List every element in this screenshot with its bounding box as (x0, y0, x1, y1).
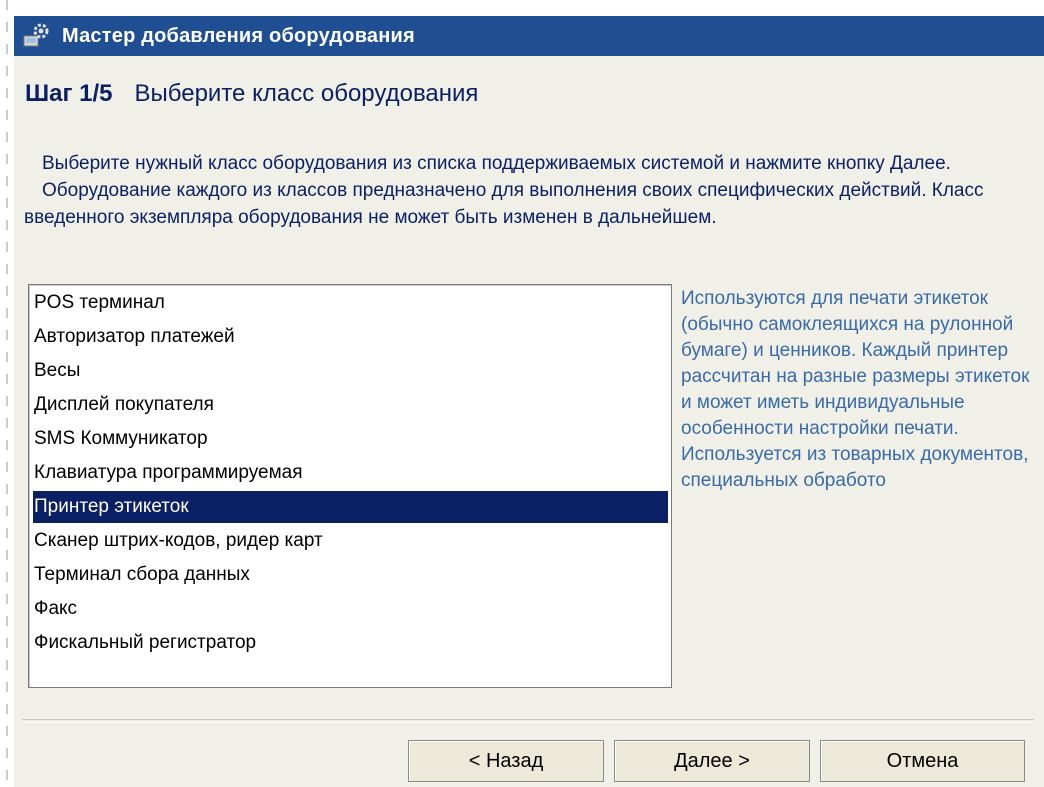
next-button[interactable]: Далее > (614, 740, 810, 782)
top-strip (14, 0, 1044, 16)
background-edge (0, 0, 14, 787)
list-item[interactable]: Весы (33, 355, 668, 387)
list-item[interactable]: Сканер штрих-кодов, ридер карт (33, 525, 668, 557)
divider (22, 719, 1034, 723)
description-line: Выберите нужный класс оборудования из сп… (42, 153, 951, 174)
list-item[interactable]: Клавиатура программируемая (33, 457, 668, 489)
list-item[interactable]: SMS Коммуникатор (33, 423, 668, 455)
cancel-button[interactable]: Отмена (820, 740, 1025, 782)
list-item[interactable]: Принтер этикеток (33, 491, 668, 523)
list-item[interactable]: Авторизатор платежей (33, 321, 668, 353)
list-item[interactable]: Фискальный регистратор (33, 627, 668, 659)
step-title: Выберите класс оборудования (134, 80, 479, 107)
list-item[interactable]: Терминал сбора данных (33, 559, 668, 591)
title-bar[interactable]: Мастер добавления оборудования (14, 16, 1044, 56)
description: Выберите нужный класс оборудования из сп… (24, 150, 1044, 231)
step-header: Шаг 1/5 Выберите класс оборудования (25, 80, 478, 114)
description-line: Оборудование каждого из классов предназн… (24, 180, 984, 228)
list-item[interactable]: Факс (33, 593, 668, 625)
window-title: Мастер добавления оборудования (62, 24, 415, 47)
list-item[interactable]: Дисплей покупателя (33, 389, 668, 421)
class-info-text: Используются для печати этикеток (обычно… (681, 288, 1030, 491)
equipment-wizard-icon (20, 20, 52, 52)
step-number: Шаг 1/5 (25, 80, 113, 107)
list-item[interactable]: POS терминал (33, 287, 668, 319)
wizard-window: Мастер добавления оборудования Шаг 1/5 В… (14, 0, 1044, 787)
equipment-class-list[interactable]: POS терминал Авторизатор платежей Весы Д… (28, 284, 672, 688)
back-button[interactable]: < Назад (408, 740, 604, 782)
